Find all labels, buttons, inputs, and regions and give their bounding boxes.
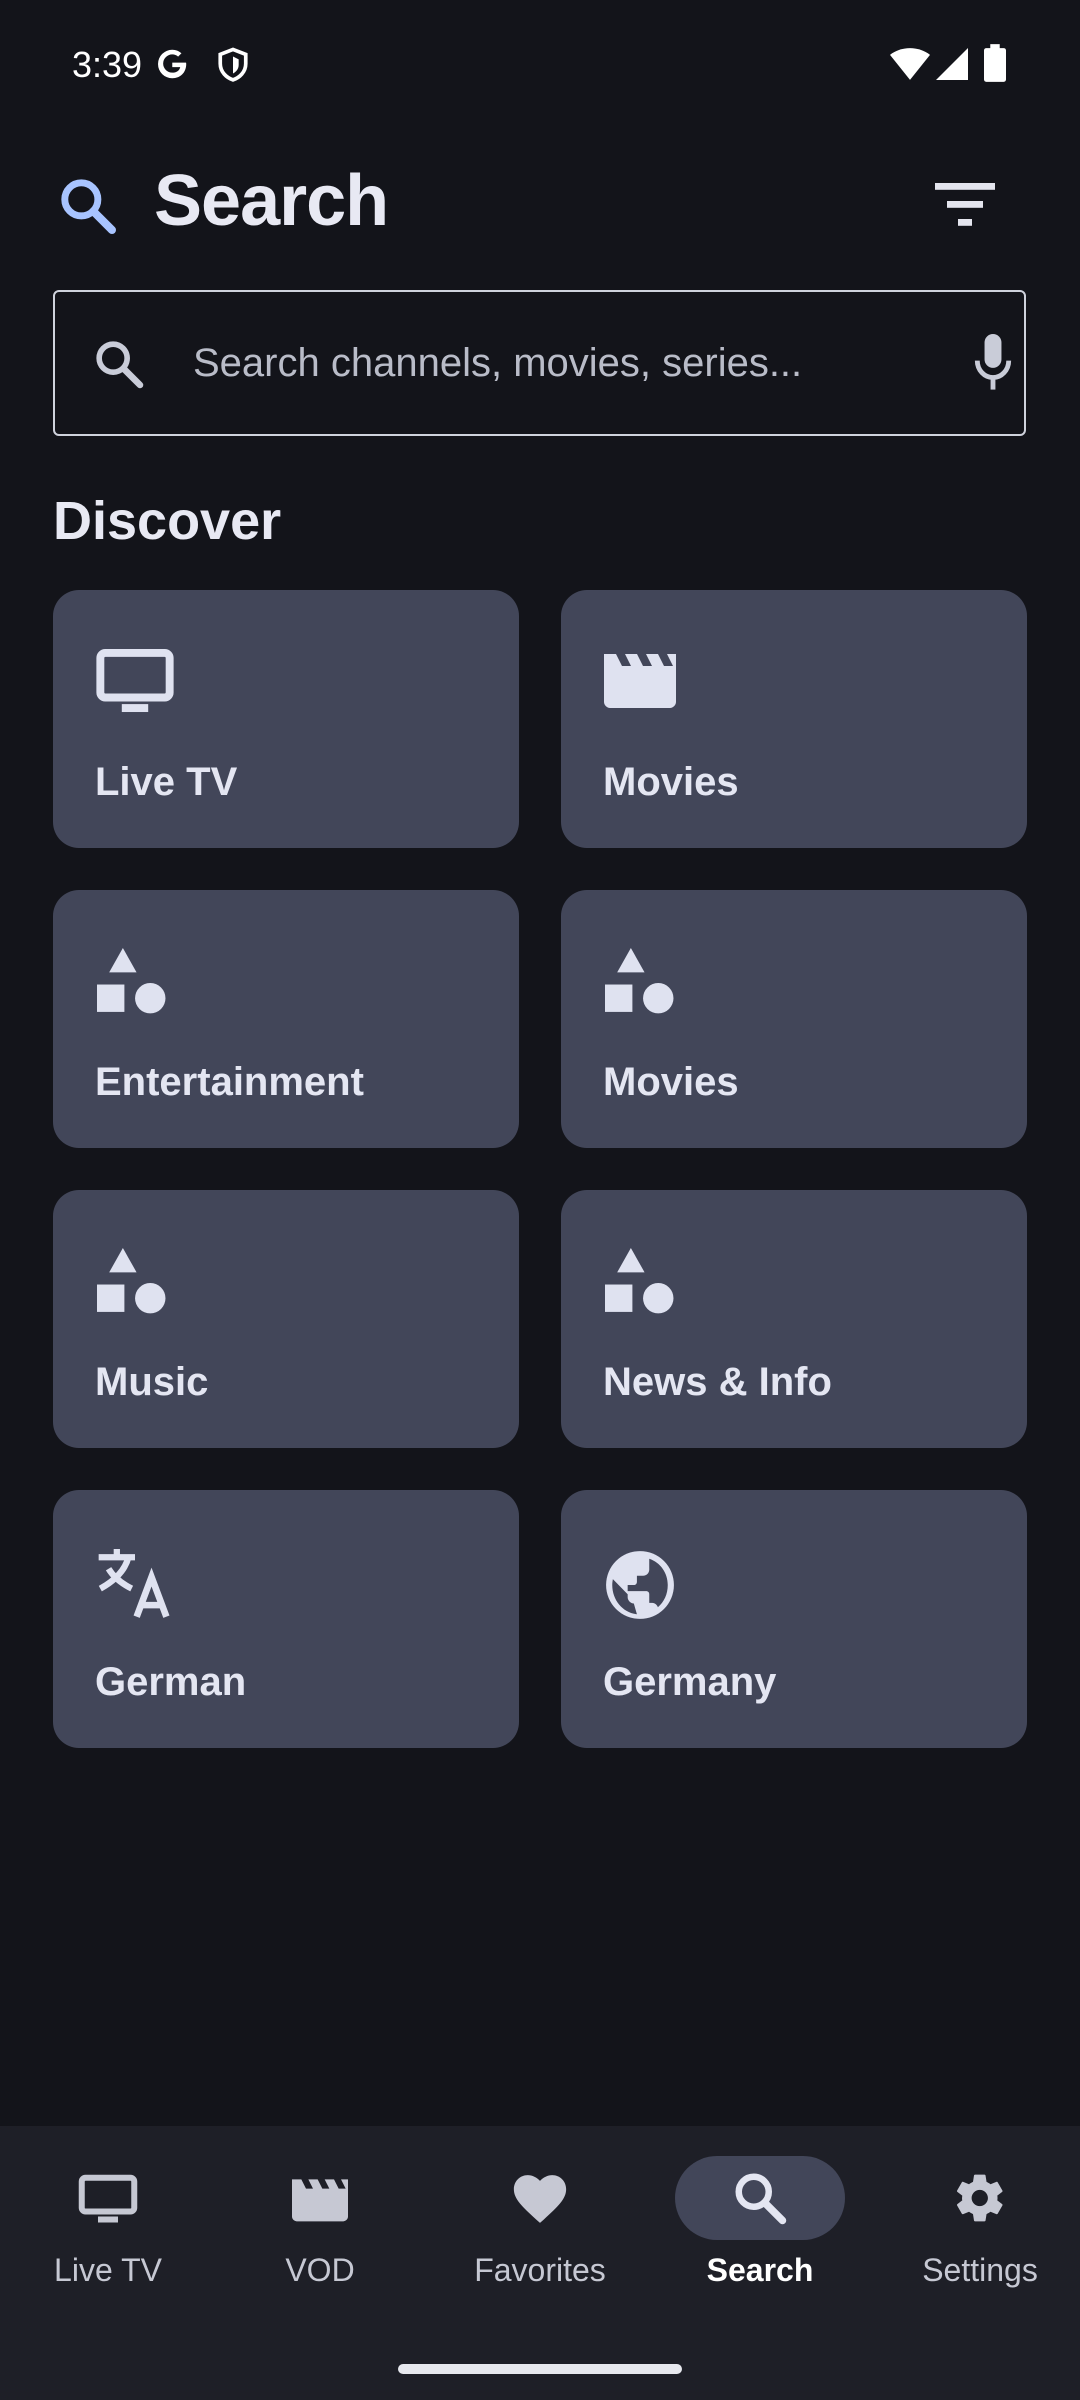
gear-icon xyxy=(950,2168,1010,2228)
page-title: Search xyxy=(154,161,389,241)
discover-card-germany[interactable]: Germany xyxy=(561,1490,1027,1748)
discover-card-german[interactable]: German xyxy=(53,1490,519,1748)
nav-label: Search xyxy=(706,2252,814,2288)
category-icon xyxy=(95,948,175,1028)
shield-icon xyxy=(216,46,250,89)
clapperboard-icon xyxy=(603,648,683,728)
nav-item-settings[interactable]: Settings xyxy=(872,2156,1080,2306)
discover-card-music[interactable]: Music xyxy=(53,1190,519,1448)
filter-icon xyxy=(935,182,995,232)
card-label: Movies xyxy=(603,760,739,804)
globe-icon xyxy=(603,1548,683,1628)
tv-icon xyxy=(95,648,175,728)
category-icon xyxy=(95,1248,175,1328)
heart-icon xyxy=(510,2168,570,2228)
nav-item-search[interactable]: Search xyxy=(652,2156,868,2306)
header: Search xyxy=(0,160,1080,250)
discover-card-entertainment[interactable]: Entertainment xyxy=(53,890,519,1148)
tv-icon xyxy=(78,2168,138,2228)
nav-label: Settings xyxy=(922,2252,1038,2288)
discover-title: Discover xyxy=(53,491,282,551)
battery-icon xyxy=(984,44,1006,87)
card-label: Movies xyxy=(603,1060,739,1104)
search-icon xyxy=(91,336,147,397)
nav-item-favorites[interactable]: Favorites xyxy=(432,2156,648,2306)
nav-item-vod[interactable]: VOD xyxy=(212,2156,428,2306)
discover-card-movies[interactable]: Movies xyxy=(561,590,1027,848)
card-label: Entertainment xyxy=(95,1060,364,1104)
nav-label: Live TV xyxy=(54,2252,162,2288)
nav-item-live-tv[interactable]: Live TV xyxy=(0,2156,216,2306)
nav-label: VOD xyxy=(285,2252,355,2288)
bottom-nav: Live TV VOD Favorites Search Settings xyxy=(0,2126,1080,2400)
card-label: Germany xyxy=(603,1660,777,1704)
home-indicator[interactable] xyxy=(398,2364,682,2374)
mic-icon[interactable] xyxy=(973,334,1013,397)
filter-button[interactable] xyxy=(920,172,1010,242)
search-field[interactable] xyxy=(53,290,1026,436)
card-label: Music xyxy=(95,1360,209,1404)
translate-icon xyxy=(95,1544,175,1624)
wifi-icon xyxy=(890,48,930,85)
search-icon xyxy=(730,2168,790,2228)
discover-card-movies-category[interactable]: Movies xyxy=(561,890,1027,1148)
nav-label: Favorites xyxy=(474,2252,606,2288)
status-bar: 3:39 xyxy=(0,0,1080,130)
category-icon xyxy=(603,1248,683,1328)
status-time: 3:39 xyxy=(72,44,143,85)
discover-card-news-info[interactable]: News & Info xyxy=(561,1190,1027,1448)
search-input[interactable] xyxy=(191,292,951,434)
discover-card-live-tv[interactable]: Live TV xyxy=(53,590,519,848)
category-icon xyxy=(603,948,683,1028)
google-icon xyxy=(154,46,190,87)
search-icon xyxy=(56,174,120,243)
clapperboard-icon xyxy=(290,2168,350,2228)
signal-icon xyxy=(936,48,968,85)
card-label: News & Info xyxy=(603,1360,832,1404)
card-label: German xyxy=(95,1660,247,1704)
card-label: Live TV xyxy=(95,760,238,804)
